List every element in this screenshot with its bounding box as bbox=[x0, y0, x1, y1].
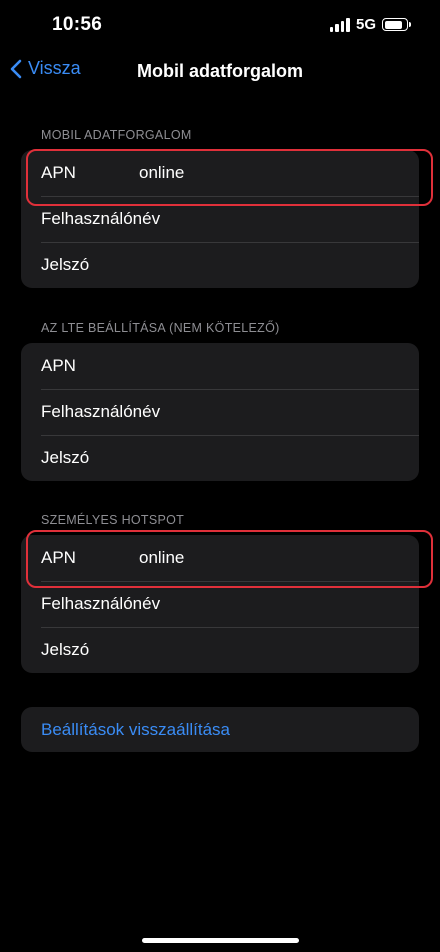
home-indicator[interactable] bbox=[142, 938, 299, 943]
lte-username-row[interactable]: Felhasználónév bbox=[21, 389, 419, 435]
section-header-mobile-data: MOBIL ADATFORGALOM bbox=[41, 128, 192, 142]
section-header-lte: AZ LTE BEÁLLÍTÁSA (NEM KÖTELEZŐ) bbox=[41, 321, 280, 335]
row-label: APN bbox=[41, 356, 76, 375]
row-label: Felhasználónév bbox=[41, 209, 161, 228]
section-header-hotspot: SZEMÉLYES HOTSPOT bbox=[41, 513, 185, 527]
mobile-data-username-row[interactable]: Felhasználónév bbox=[21, 196, 419, 242]
mobile-data-group: APN online Felhasználónév Jelszó bbox=[21, 150, 419, 288]
row-label: Jelszó bbox=[41, 255, 90, 274]
status-icons: 5G bbox=[329, 16, 411, 33]
reset-settings-label: Beállítások visszaállítása bbox=[41, 720, 230, 739]
hotspot-apn-row[interactable]: APN online bbox=[21, 535, 419, 581]
navigation-bar: Vissza Mobil adatforgalom bbox=[0, 52, 440, 92]
status-bar: 10:56 5G bbox=[0, 0, 440, 54]
battery-level-fill bbox=[384, 20, 402, 29]
reset-settings-button[interactable]: Beállítások visszaállítása bbox=[21, 707, 419, 752]
lte-apn-row[interactable]: APN bbox=[21, 343, 419, 389]
mobile-data-apn-row[interactable]: APN online bbox=[21, 150, 419, 196]
row-label: Jelszó bbox=[41, 448, 90, 467]
row-label: Felhasználónév bbox=[41, 594, 161, 613]
apn-value[interactable]: online bbox=[139, 548, 184, 568]
lte-group: APN Felhasználónév Jelszó bbox=[21, 343, 419, 481]
row-label: Jelszó bbox=[41, 640, 90, 659]
network-type-label: 5G bbox=[355, 16, 376, 33]
row-label: APN bbox=[41, 163, 76, 182]
apn-value[interactable]: online bbox=[139, 163, 184, 183]
row-label: APN bbox=[41, 548, 76, 567]
row-label: Felhasználónév bbox=[41, 402, 161, 421]
lte-password-row[interactable]: Jelszó bbox=[21, 435, 419, 481]
mobile-data-password-row[interactable]: Jelszó bbox=[21, 242, 419, 288]
hotspot-password-row[interactable]: Jelszó bbox=[21, 627, 419, 673]
battery-icon bbox=[382, 18, 411, 31]
page-title: Mobil adatforgalom bbox=[137, 61, 303, 81]
hotspot-group: APN online Felhasználónév Jelszó bbox=[21, 535, 419, 673]
signal-strength-icon bbox=[329, 17, 350, 32]
status-time: 10:56 bbox=[52, 14, 103, 35]
hotspot-username-row[interactable]: Felhasználónév bbox=[21, 581, 419, 627]
